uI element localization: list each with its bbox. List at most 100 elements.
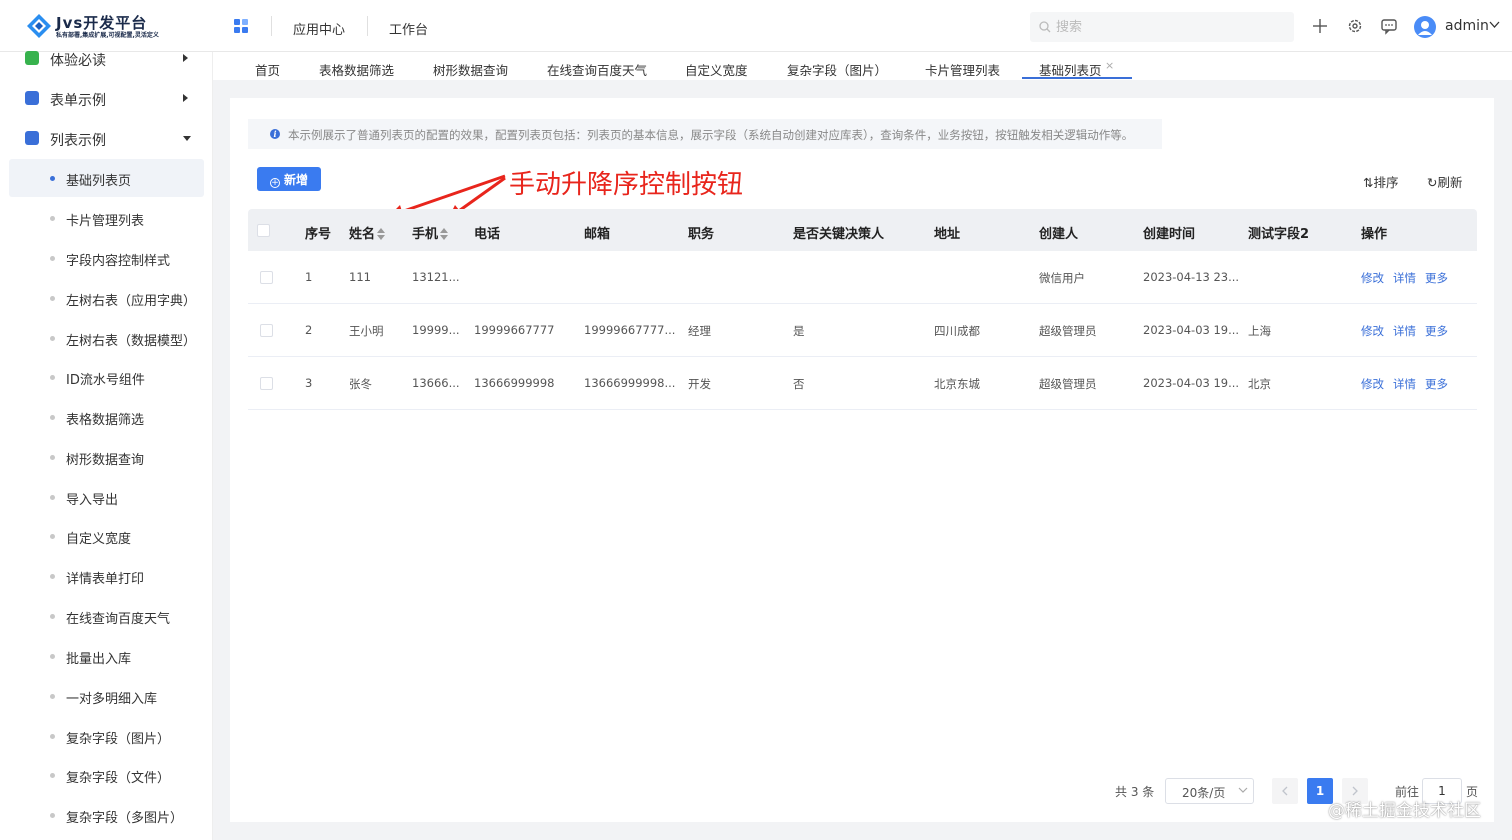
detail-link[interactable]: 详情 [1393,376,1416,392]
more-link[interactable]: 更多 [1425,270,1448,286]
top-header: Jvs开发平台 私有部署,集成扩展,可视配置,灵活定义 应用中心 工作台 搜索 … [0,0,1512,52]
sidebar-item[interactable]: 自定义宽度 [9,517,204,555]
add-button[interactable]: + 新增 [257,167,321,191]
column-header: 邮箱 [584,227,611,242]
sort-toggle-icon[interactable] [377,228,386,240]
cell: 微信用户 [1039,271,1085,285]
sidebar-item[interactable]: 导入导出 [9,478,204,516]
detail-link[interactable]: 详情 [1393,270,1416,286]
bullet [50,534,55,539]
cell: 张冬 [349,377,372,391]
logo-subtitle: 私有部署,集成扩展,可视配置,灵活定义 [56,32,159,39]
sort-button[interactable]: ⇅排序 [1363,172,1399,191]
tab-weather[interactable]: 在线查询百度天气 [547,60,647,79]
sort-label: 排序 [1373,175,1399,190]
page-size-select[interactable]: 20条/页 [1165,778,1254,804]
sidebar-item-basic-list[interactable]: 基础列表页 [9,159,204,197]
sidebar-item[interactable]: 左树右表（数据模型） [9,319,204,357]
column-header: 电话 [474,227,501,242]
refresh-label: 刷新 [1437,175,1463,190]
row-checkbox[interactable] [260,324,273,337]
sidebar-group-lists[interactable]: 列表示例 [0,124,213,154]
row-checkbox[interactable] [260,377,273,390]
sort-toggle-icon[interactable] [440,228,449,240]
tab-complex-image[interactable]: 复杂字段（图片） [787,60,887,79]
content-panel [230,98,1494,822]
app-logo[interactable]: Jvs开发平台 私有部署,集成扩展,可视配置,灵活定义 [26,11,186,41]
nav-app-center[interactable]: 应用中心 [293,19,345,38]
sidebar-item[interactable]: 复杂字段（多图片） [9,796,204,834]
sidebar-item[interactable]: 字段内容控制样式 [9,239,204,277]
gear-icon[interactable] [1346,17,1364,35]
sidebar-item[interactable]: 表格数据筛选 [9,398,204,436]
sidebar-group-guide[interactable]: 体验必读 [0,44,213,74]
user-avatar[interactable] [1414,16,1436,38]
tab-card-list[interactable]: 卡片管理列表 [925,60,1000,79]
column-header-name[interactable]: 姓名 [349,223,386,242]
close-icon[interactable]: × [1105,59,1114,72]
search-input[interactable] [1056,17,1286,37]
edit-link[interactable]: 修改 [1361,376,1384,392]
tab-tree-query[interactable]: 树形数据查询 [433,60,508,79]
table-header: 序号 姓名 手机 电话 邮箱 职务 是否关键决策人 地址 创建人 创建时间 测试… [248,209,1477,251]
prev-page-button[interactable] [1272,778,1298,804]
row-checkbox[interactable] [260,271,273,284]
sidebar-item[interactable]: 复杂字段（文件） [9,756,204,794]
tab-home[interactable]: 首页 [255,60,280,79]
sidebar-item[interactable]: 左树右表（应用字典） [9,279,204,317]
pagination-total: 共 3 条 [1115,785,1155,799]
detail-link[interactable]: 详情 [1393,323,1416,339]
page-size-value: 20条/页 [1182,786,1226,800]
sidebar-item-label: 树形数据查询 [66,453,145,468]
sidebar-item-label: 表格数据筛选 [66,413,145,428]
tab-custom-width[interactable]: 自定义宽度 [685,60,748,79]
edit-link[interactable]: 修改 [1361,270,1384,286]
username[interactable]: admin [1445,18,1489,34]
sidebar-item[interactable]: 详情表单打印 [9,557,204,595]
cell: 13666... [412,376,460,390]
plus-icon[interactable] [1311,17,1329,35]
cell: 2023-04-13 23... [1143,270,1240,284]
sidebar-item[interactable]: 一对多明细入库 [9,677,204,715]
cell: 上海 [1248,324,1271,338]
chevron-down-icon [183,136,191,141]
sidebar-item[interactable]: 树形数据查询 [9,438,204,476]
chevron-down-icon[interactable] [1489,21,1500,29]
apps-grid-icon[interactable] [234,19,249,34]
sidebar-item[interactable]: ID流水号组件 [9,358,204,396]
info-notice: i 本示例展示了普通列表页的配置的效果，配置列表页包括：列表页的基本信息，展示字… [248,119,1162,149]
chevron-right-icon [183,94,188,102]
watermark: @稀土掘金技术社区 [1328,801,1481,821]
header-divider [367,16,368,36]
column-header: 创建时间 [1143,227,1196,242]
sidebar-item[interactable]: 卡片管理列表 [9,199,204,237]
message-icon[interactable] [1380,17,1398,35]
column-header: 地址 [934,227,961,242]
page-tabs: 首页 表格数据筛选 树形数据查询 在线查询百度天气 自定义宽度 复杂字段（图片）… [213,52,1512,80]
sidebar-item[interactable]: 复杂字段（图片） [9,717,204,755]
tab-table-filter[interactable]: 表格数据筛选 [319,60,394,79]
column-header-phone[interactable]: 手机 [412,223,449,242]
table-row[interactable]: 3 张冬 13666... 13666999998 13666999998...… [248,357,1477,410]
cell: 北京 [1248,377,1271,391]
search-icon [1039,21,1051,33]
sort-icon: ⇅ [1363,175,1374,190]
sidebar-group-forms[interactable]: 表单示例 [0,84,213,114]
column-header: 测试字段2 [1248,227,1310,242]
table-row[interactable]: 2 王小明 19999... 19999667777 19999667777..… [248,304,1477,357]
edit-link[interactable]: 修改 [1361,323,1384,339]
column-header-label: 姓名 [349,227,376,242]
nav-workbench[interactable]: 工作台 [389,19,428,38]
bullet [50,415,55,420]
select-all-checkbox[interactable] [257,224,270,237]
more-link[interactable]: 更多 [1425,376,1448,392]
sidebar-item[interactable]: 在线查询百度天气 [9,597,204,635]
table-row[interactable]: 1 111 13121... 微信用户 2023-04-13 23... 修改 … [248,251,1477,304]
global-search[interactable] [1030,12,1294,42]
refresh-icon: ↻ [1427,175,1438,190]
cell: 超级管理员 [1039,324,1097,338]
more-link[interactable]: 更多 [1425,323,1448,339]
bullet [50,654,55,659]
sidebar-item[interactable]: 批量出入库 [9,637,204,675]
refresh-button[interactable]: ↻刷新 [1427,172,1463,191]
